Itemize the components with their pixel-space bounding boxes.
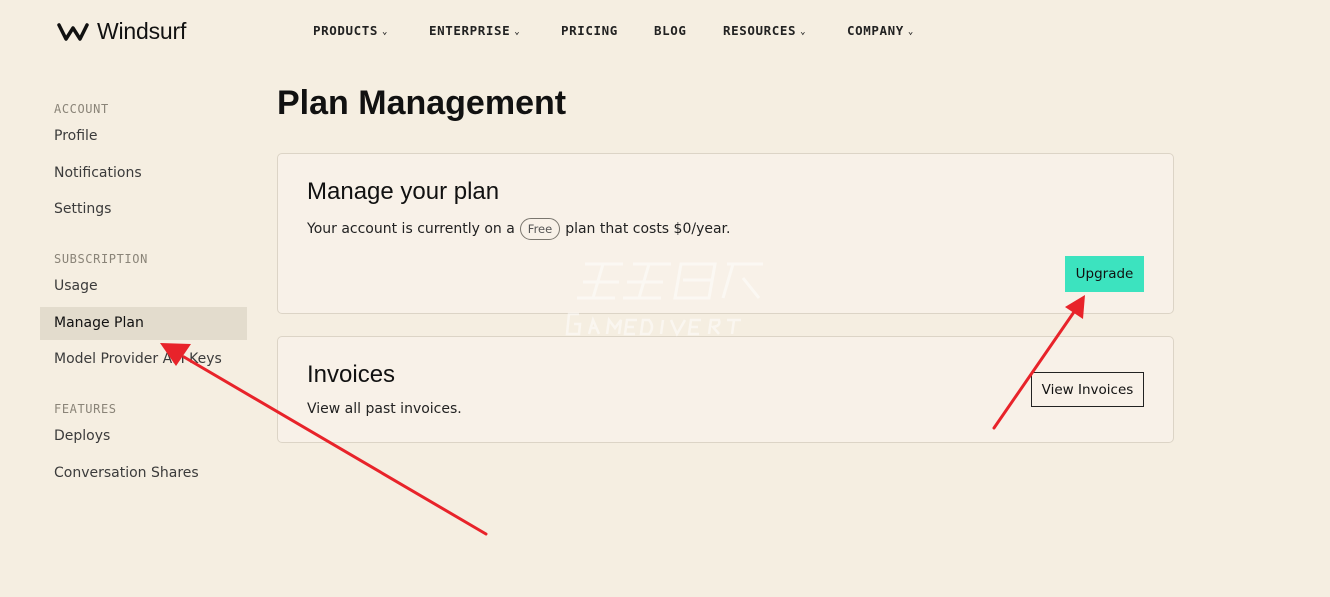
sidebar-item-profile[interactable]: Profile bbox=[40, 120, 247, 153]
sidebar-item-conversation-shares[interactable]: Conversation Shares bbox=[40, 457, 247, 490]
chevron-down-icon: ⌄ bbox=[800, 27, 807, 37]
invoices-card: Invoices View all past invoices. View In… bbox=[277, 336, 1174, 443]
chevron-down-icon: ⌄ bbox=[907, 27, 914, 37]
nav-resources[interactable]: RESOURCES ⌄ bbox=[723, 23, 806, 38]
nav-pricing[interactable]: PRICING bbox=[561, 23, 618, 38]
manage-plan-card: Manage your plan Your account is current… bbox=[277, 153, 1174, 314]
sidebar-item-model-provider-api-keys[interactable]: Model Provider API Keys bbox=[40, 343, 247, 376]
upgrade-button[interactable]: Upgrade bbox=[1065, 256, 1144, 292]
sidebar-item-manage-plan[interactable]: Manage Plan bbox=[40, 307, 247, 340]
plan-text-before: Your account is currently on a bbox=[307, 221, 515, 237]
plan-description: Your account is currently on a Free plan… bbox=[307, 218, 730, 240]
nav-enterprise[interactable]: ENTERPRISE ⌄ bbox=[429, 23, 520, 38]
brand-name: Windsurf bbox=[97, 18, 187, 44]
sidebar-heading-account: ACCOUNT bbox=[54, 102, 109, 116]
top-header: Windsurf PRODUCTS ⌄ ENTERPRISE ⌄ PRICING B… bbox=[0, 0, 1330, 62]
view-invoices-button[interactable]: View Invoices bbox=[1031, 372, 1144, 407]
settings-sidebar: ACCOUNT Profile Notifications Settings S… bbox=[40, 98, 247, 490]
plan-badge: Free bbox=[519, 218, 561, 240]
chevron-down-icon: ⌄ bbox=[382, 27, 389, 37]
sidebar-item-settings[interactable]: Settings bbox=[40, 193, 247, 226]
windsurf-logo[interactable]: Windsurf bbox=[57, 18, 186, 45]
nav-products[interactable]: PRODUCTS ⌄ bbox=[313, 23, 388, 38]
windsurf-logo-icon bbox=[57, 22, 89, 41]
sidebar-item-notifications[interactable]: Notifications bbox=[40, 157, 247, 190]
nav-company[interactable]: COMPANY ⌄ bbox=[847, 23, 914, 38]
sidebar-heading-subscription: SUBSCRIPTION bbox=[54, 252, 148, 266]
plan-text-after: plan that costs $0/year. bbox=[565, 221, 731, 237]
sidebar-item-usage[interactable]: Usage bbox=[40, 270, 247, 303]
manage-plan-title: Manage your plan bbox=[307, 178, 500, 205]
chevron-down-icon: ⌄ bbox=[514, 27, 521, 37]
invoices-description: View all past invoices. bbox=[307, 401, 462, 417]
nav-blog[interactable]: BLOG bbox=[654, 23, 687, 38]
page-title: Plan Management bbox=[277, 84, 567, 122]
sidebar-item-deploys[interactable]: Deploys bbox=[40, 420, 247, 453]
sidebar-heading-features: FEATURES bbox=[54, 402, 117, 416]
invoices-title: Invoices bbox=[307, 361, 396, 388]
